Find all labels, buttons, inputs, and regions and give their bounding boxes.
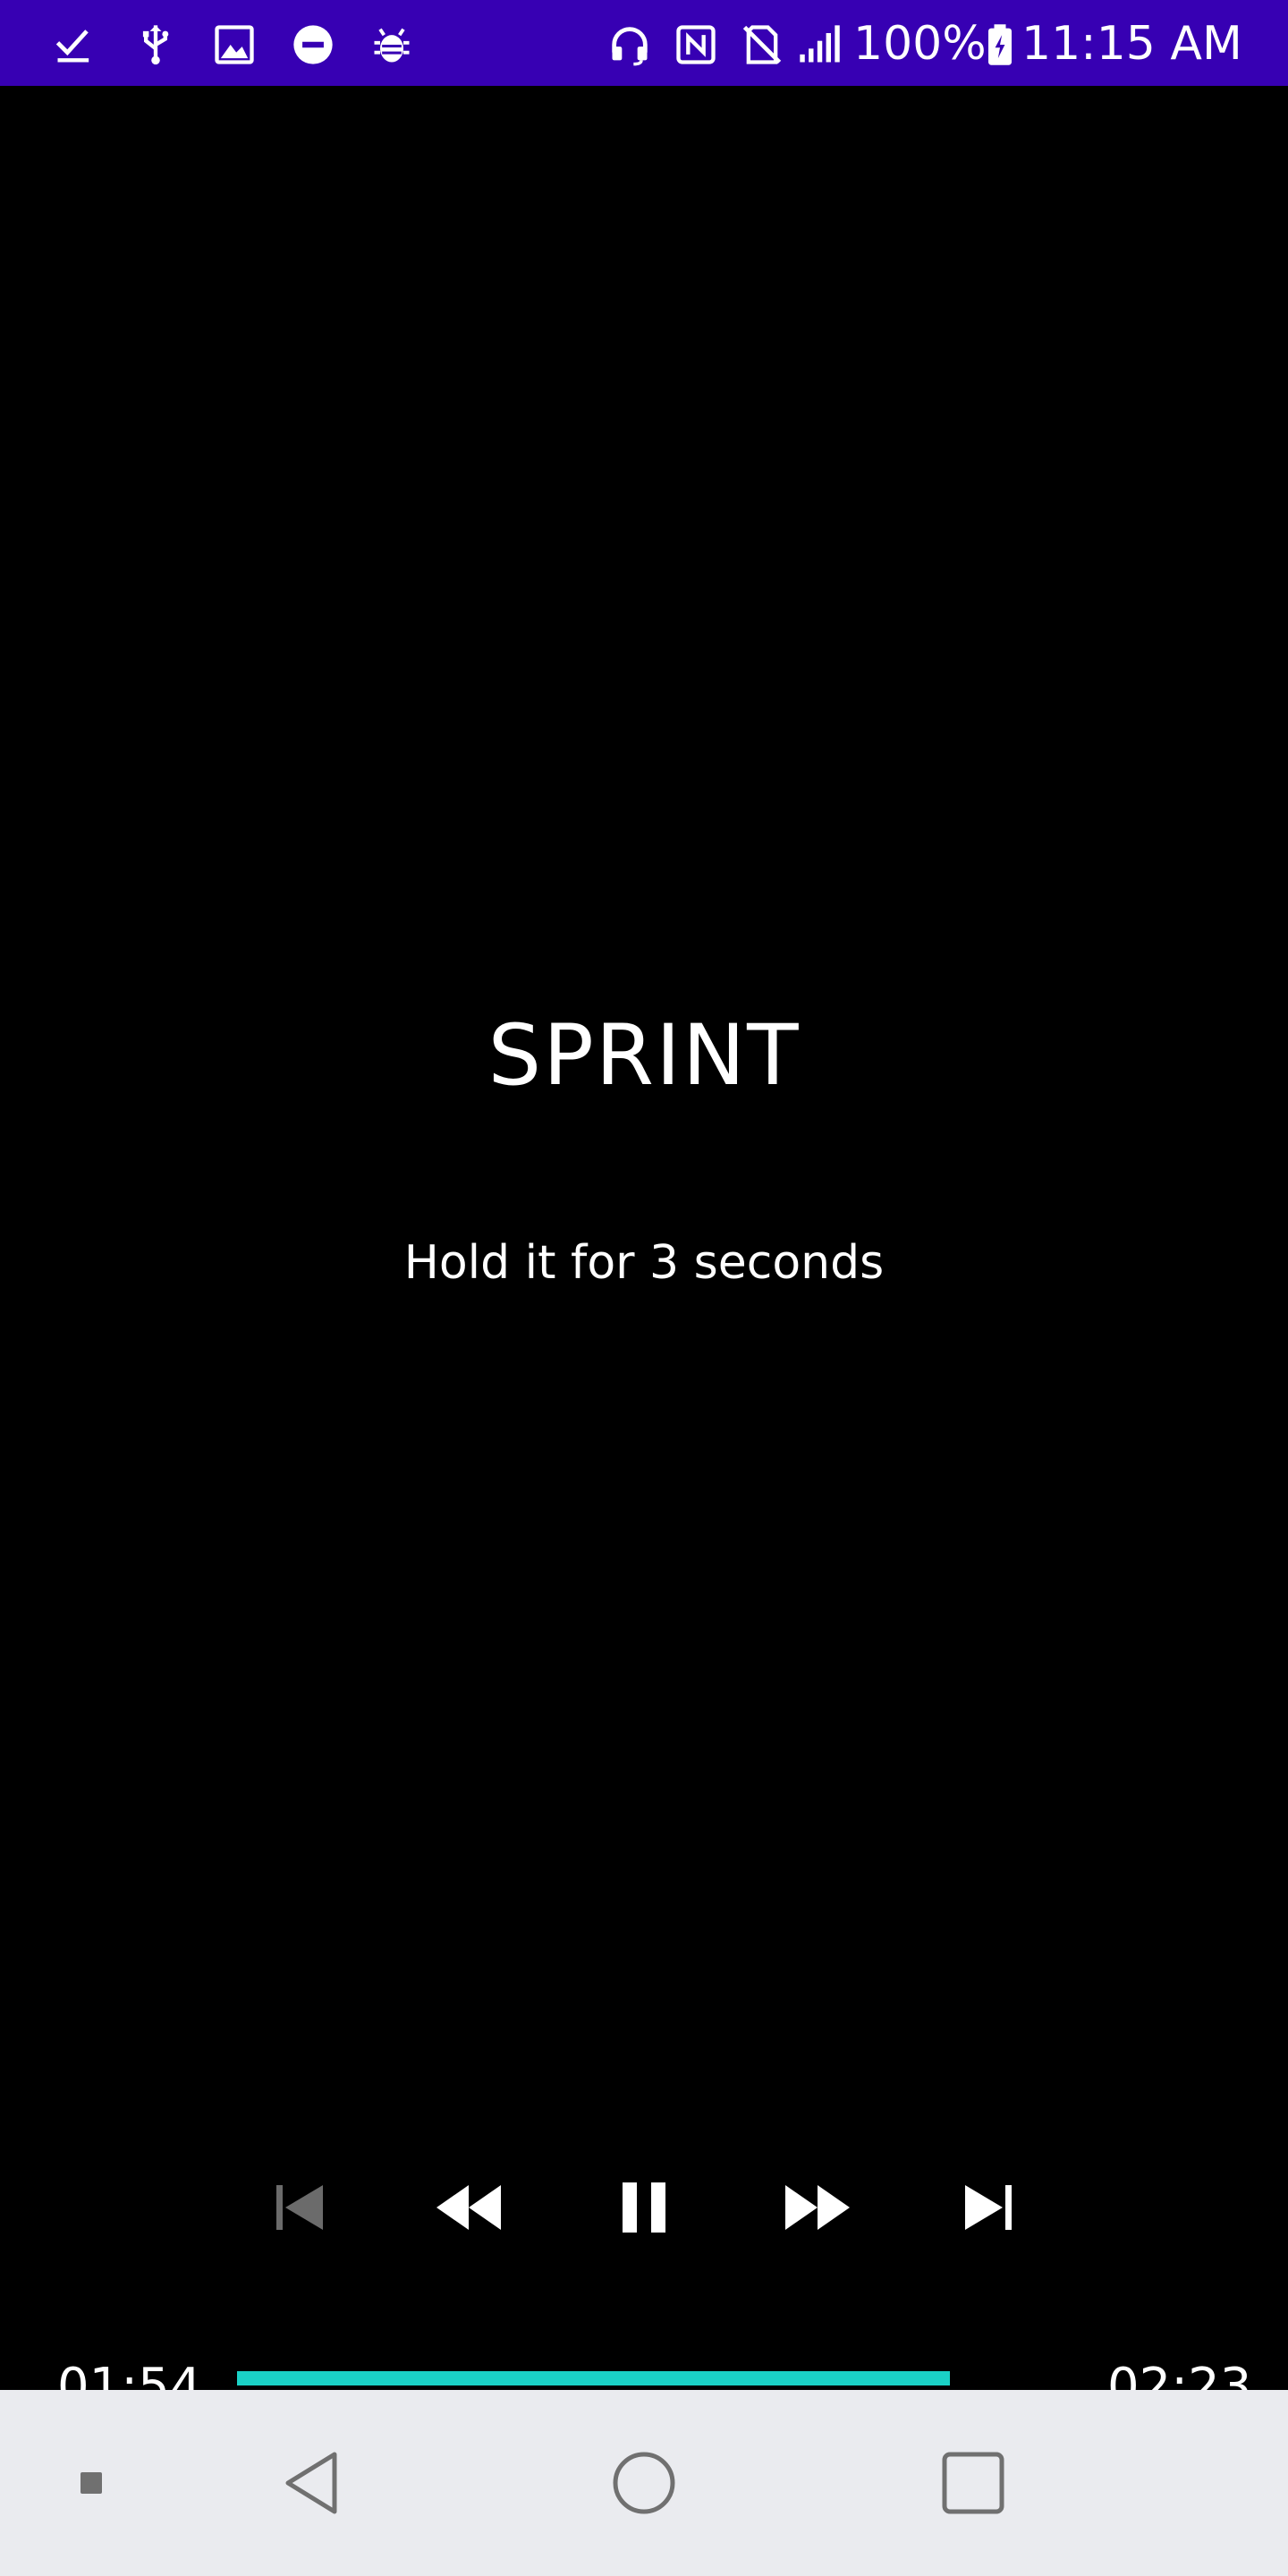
navigation-bar xyxy=(0,2390,1288,2576)
headset-icon xyxy=(606,21,653,68)
pause-button[interactable] xyxy=(599,2163,689,2252)
exercise-instruction: Hold it for 3 seconds xyxy=(403,1236,885,1290)
pause-icon xyxy=(621,2181,667,2234)
usb-icon xyxy=(132,21,179,68)
nfc-icon xyxy=(673,21,719,68)
battery-charging-icon xyxy=(977,21,1023,68)
image-icon xyxy=(211,21,258,68)
back-icon xyxy=(285,2452,337,2514)
no-sim-icon xyxy=(739,21,785,68)
home-button[interactable] xyxy=(608,2447,680,2519)
rewind-icon xyxy=(435,2183,503,2232)
small-square-icon xyxy=(80,2472,102,2494)
status-bar: 100% 11:15 AM xyxy=(0,0,1288,86)
fast-forward-icon xyxy=(784,2183,852,2232)
workout-player: SPRINT Hold it for 3 seconds 01:54 02:23 xyxy=(0,86,1288,2416)
do-not-disturb-icon xyxy=(290,21,336,68)
skip-previous-button[interactable] xyxy=(256,2163,345,2252)
recents-button[interactable] xyxy=(937,2447,1009,2519)
check-icon xyxy=(52,21,98,68)
home-icon xyxy=(613,2452,675,2514)
progress-fill xyxy=(237,2371,950,2385)
battery-percent: 100% xyxy=(853,17,987,71)
back-button[interactable] xyxy=(279,2447,351,2519)
skip-previous-icon xyxy=(275,2183,326,2232)
exercise-title: SPRINT xyxy=(487,1007,801,1105)
bug-icon xyxy=(369,21,415,68)
clock: 11:15 AM xyxy=(1021,17,1242,71)
skip-next-icon xyxy=(962,2183,1013,2232)
fast-forward-button[interactable] xyxy=(773,2163,862,2252)
progress-bar[interactable] xyxy=(237,2371,1131,2385)
small-square-button[interactable] xyxy=(55,2447,127,2519)
skip-next-button[interactable] xyxy=(943,2163,1032,2252)
signal-icon xyxy=(796,21,843,68)
rewind-button[interactable] xyxy=(424,2163,513,2252)
recents-icon xyxy=(942,2452,1004,2514)
